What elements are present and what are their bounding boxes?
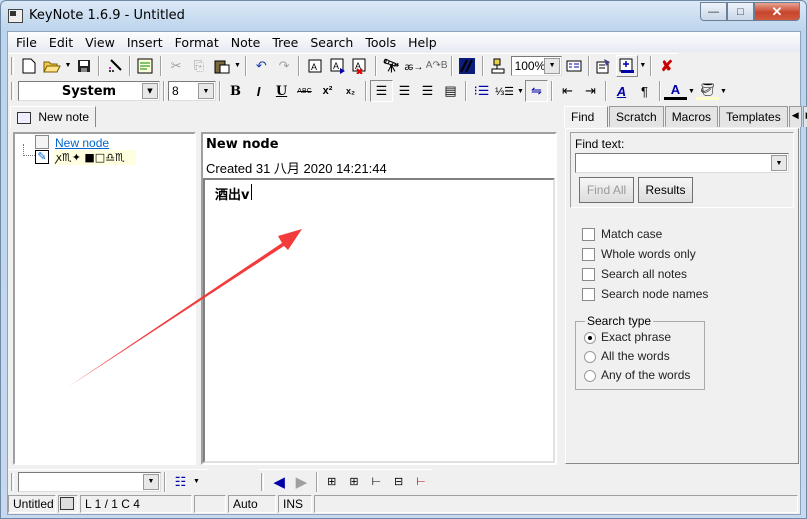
arrow-icon <box>68 229 302 387</box>
annotation-arrow <box>68 229 302 387</box>
